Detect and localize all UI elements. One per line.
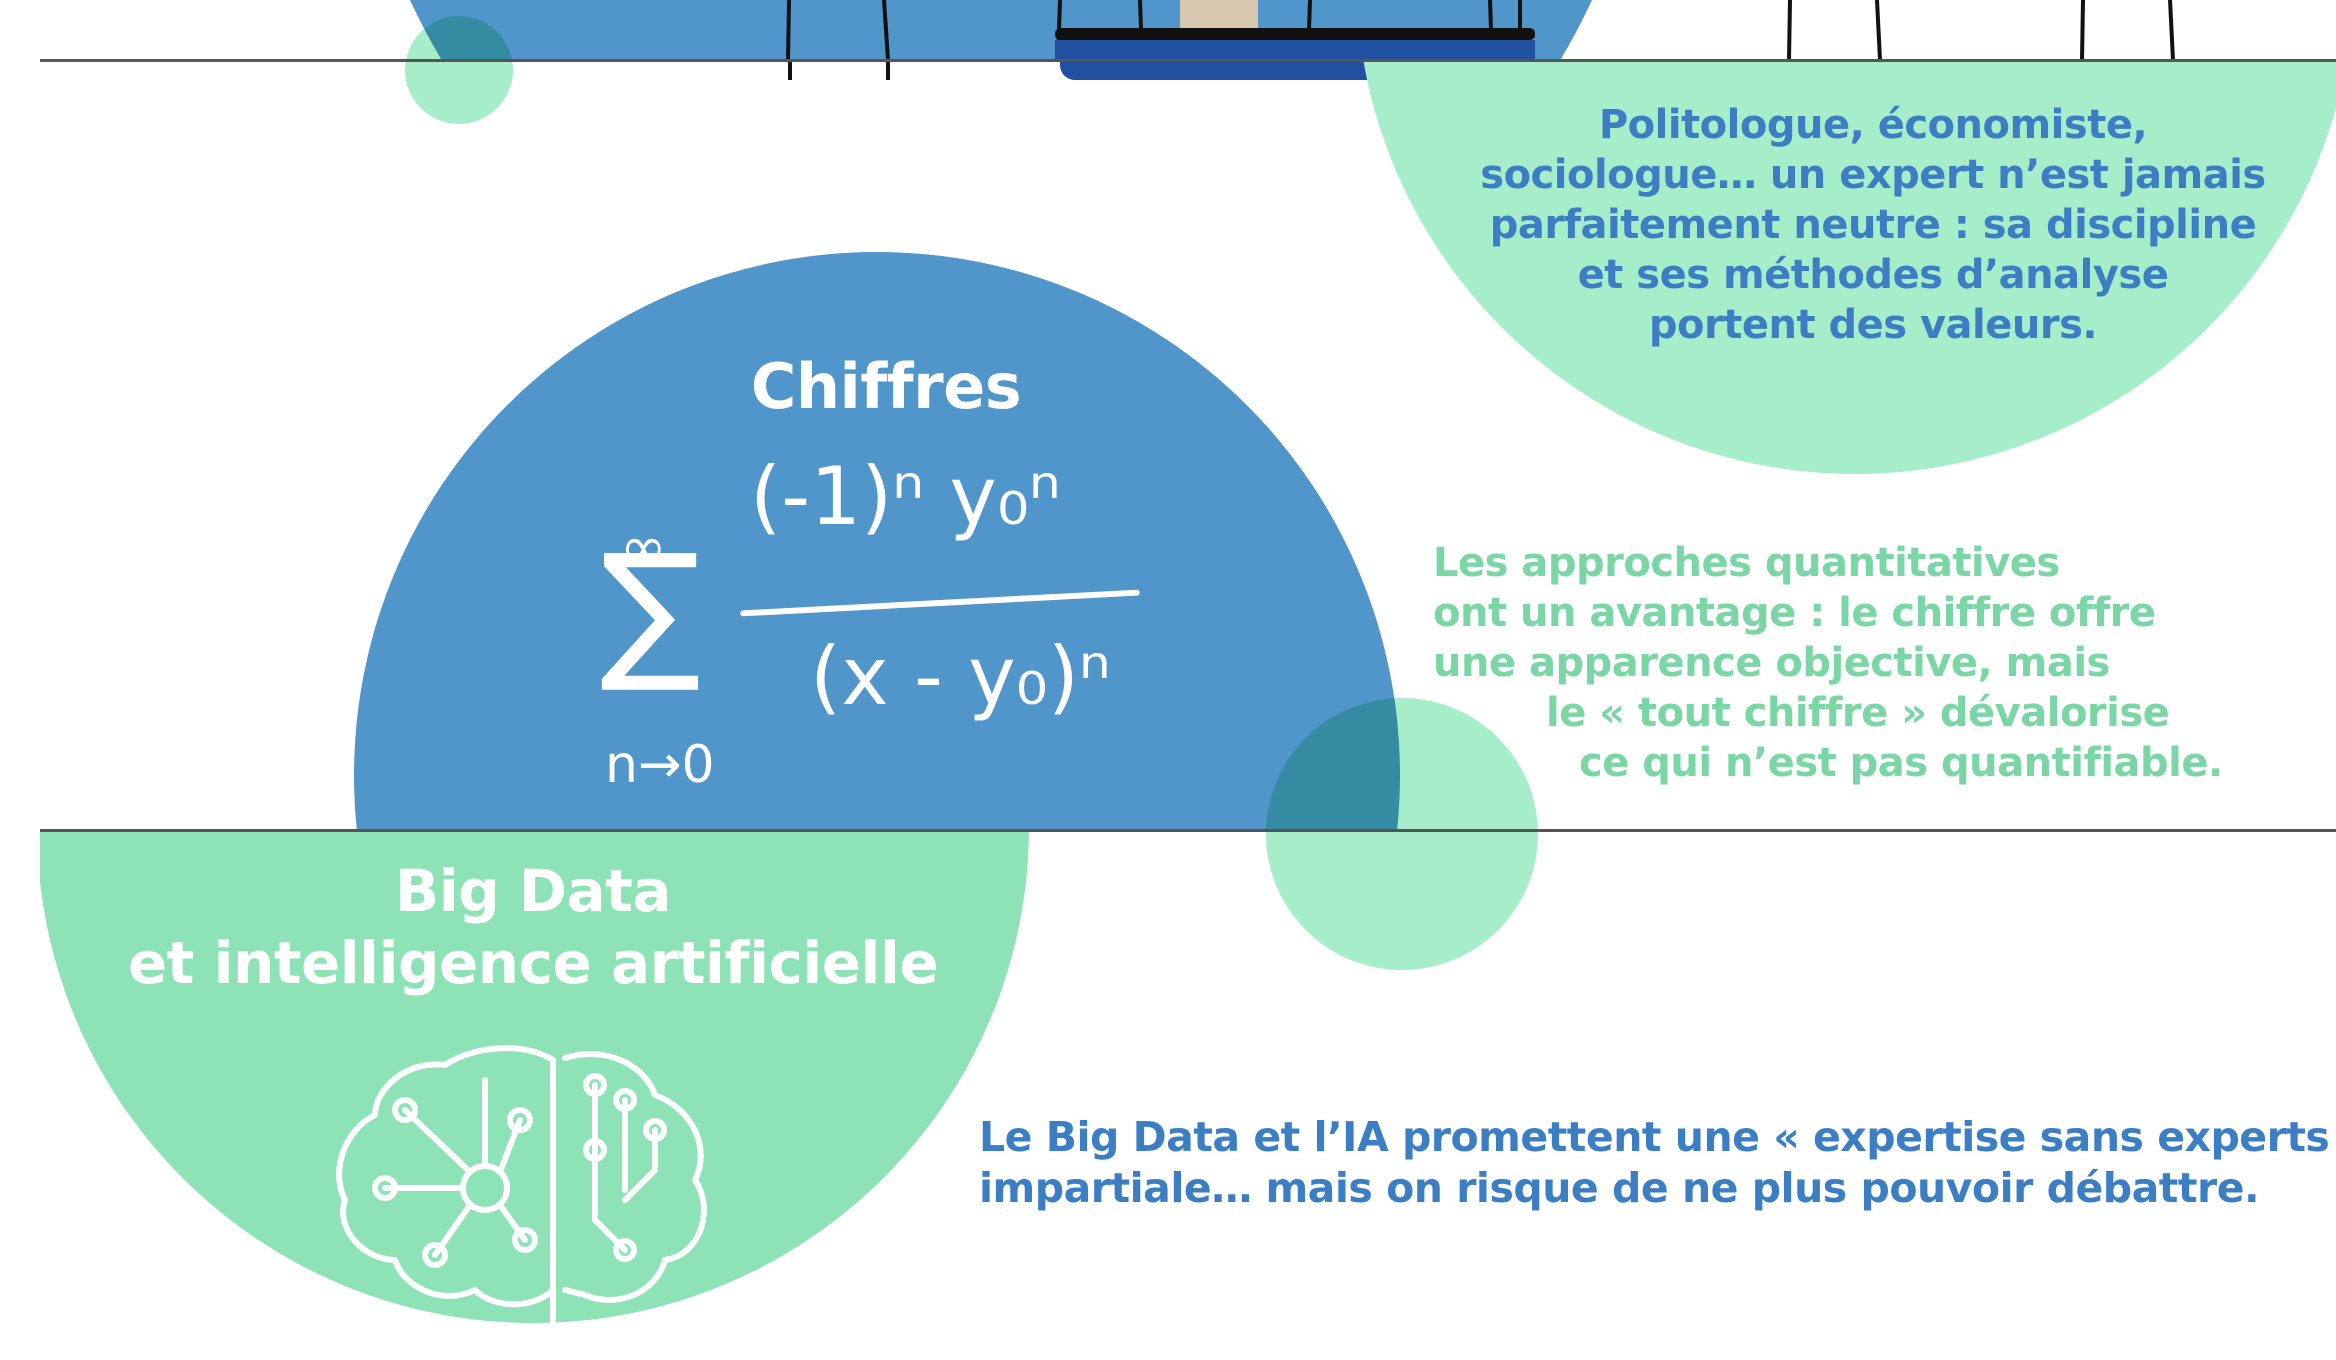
bigdata-text: Le Big Data et l’IA promettent une « exp… xyxy=(979,1112,2336,1214)
formula-numerator: (-1)ⁿ y₀ⁿ xyxy=(750,450,1061,543)
bigdata-line: Le Big Data et l’IA promettent une « exp… xyxy=(979,1113,2336,1161)
chiffres-line: ont un avantage : le chiffre offre xyxy=(1433,590,2156,636)
bigdata-title-line2: et intelligence artificielle xyxy=(127,929,939,997)
chiffres-line: ce qui n’est pas quantifiable. xyxy=(1579,740,2223,786)
chiffres-title: Chiffres xyxy=(750,350,1022,423)
chiffres-line: Les approches quantitatives xyxy=(1433,540,2060,586)
chiffres-text: Les approches quantitatives ont un avant… xyxy=(1433,538,2223,788)
formula-denominator: (x - y₀)ⁿ xyxy=(810,630,1111,723)
bigdata-title-line1: Big Data xyxy=(395,857,671,925)
divider-middle xyxy=(40,829,2336,832)
bigdata-line: impartiale… mais on risque de ne plus po… xyxy=(979,1164,2260,1212)
sum-lower-limit: n→0 xyxy=(605,735,715,795)
brain-circuit-icon xyxy=(336,1045,707,1328)
chiffres-line: le « tout chiffre » dévalorise xyxy=(1546,690,2170,736)
sum-upper-limit: ∞ xyxy=(620,515,667,580)
math-formula: ∑ ∞ n→0 (-1)ⁿ y₀ⁿ (x - y₀)ⁿ xyxy=(600,440,1160,810)
fraction-bar xyxy=(740,589,1140,617)
chiffres-line: une apparence objective, mais xyxy=(1433,640,2110,686)
bigdata-title: Big Data et intelligence artificielle xyxy=(83,855,983,999)
